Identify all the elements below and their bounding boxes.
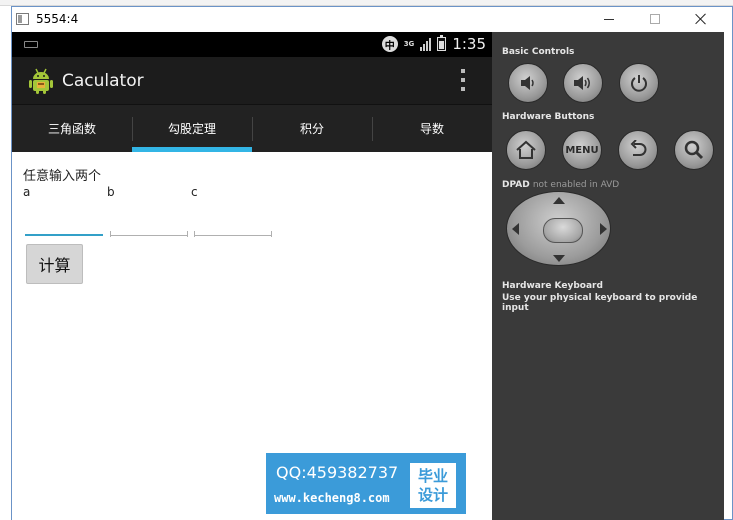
signal-icon bbox=[420, 37, 432, 51]
hardware-buttons-title: Hardware Buttons bbox=[502, 112, 595, 122]
watermark-url: www.kecheng8.com bbox=[274, 491, 390, 505]
action-bar: Caculator bbox=[12, 57, 492, 104]
search-icon bbox=[684, 140, 704, 160]
field-b-edge bbox=[187, 231, 188, 237]
window-title: 5554:4 bbox=[36, 12, 79, 26]
tab-pythagorean[interactable]: 勾股定理 bbox=[132, 105, 252, 152]
window-titlebar[interactable]: 5554:4 bbox=[12, 7, 732, 32]
input-b[interactable] bbox=[110, 214, 188, 236]
input-c[interactable] bbox=[194, 214, 272, 236]
volume-down-button[interactable] bbox=[508, 63, 548, 103]
prompt-text: 任意输入两个 bbox=[23, 169, 102, 184]
status-time: 1:35 bbox=[452, 35, 486, 53]
home-button[interactable] bbox=[506, 130, 546, 170]
close-button[interactable] bbox=[678, 7, 723, 31]
volume-up-button[interactable] bbox=[563, 63, 603, 103]
field-b-edge bbox=[110, 231, 111, 237]
hardware-keyboard-title: Hardware Keyboard bbox=[502, 281, 603, 291]
volume-down-icon bbox=[521, 76, 534, 90]
watermark-badge-line1: 毕业 bbox=[417, 466, 448, 485]
device-screen: 中 3G 1:35 Caculator 三角函数 勾股定理 积分 导数 任意输入… bbox=[12, 32, 492, 520]
tab-trigonometry[interactable]: 三角函数 bbox=[12, 105, 132, 152]
dpad-center-button[interactable] bbox=[543, 218, 583, 243]
android-app-icon bbox=[29, 68, 53, 94]
dpad-title: DPAD not enabled in AVD bbox=[502, 180, 619, 190]
menu-button[interactable]: MENU bbox=[562, 130, 602, 170]
label-a: a bbox=[23, 185, 31, 199]
notification-icon bbox=[24, 41, 38, 48]
field-c-edge bbox=[271, 231, 272, 237]
dpad-title-label: DPAD bbox=[502, 180, 530, 190]
dpad[interactable] bbox=[506, 191, 611, 266]
minimize-button[interactable] bbox=[586, 7, 631, 31]
power-button[interactable] bbox=[619, 63, 659, 103]
basic-controls-title: Basic Controls bbox=[502, 47, 575, 57]
overflow-menu-icon[interactable] bbox=[460, 69, 466, 91]
window-app-icon bbox=[16, 13, 29, 25]
home-icon bbox=[516, 140, 536, 159]
minimize-icon bbox=[603, 18, 614, 20]
power-icon bbox=[631, 75, 647, 92]
pythagorean-form: 任意输入两个 a b c 计算 QQ:459382737 www.kecheng… bbox=[12, 152, 492, 520]
back-button[interactable] bbox=[618, 130, 658, 170]
close-icon bbox=[695, 13, 707, 25]
status-icons: 中 3G 1:35 bbox=[381, 35, 486, 53]
label-b: b bbox=[107, 185, 115, 199]
watermark-badge-line2: 设计 bbox=[417, 485, 448, 504]
dpad-note: not enabled in AVD bbox=[532, 180, 620, 190]
tab-bar: 三角函数 勾股定理 积分 导数 bbox=[12, 104, 492, 152]
hardware-keyboard-note: Use your physical keyboard to provide in… bbox=[502, 293, 698, 313]
label-c: c bbox=[191, 185, 198, 199]
battery-icon bbox=[437, 35, 447, 51]
search-button[interactable] bbox=[674, 130, 714, 170]
network-type-label: 3G bbox=[403, 40, 415, 48]
android-status-bar: 中 3G 1:35 bbox=[12, 32, 492, 57]
tab-derivative[interactable]: 导数 bbox=[372, 105, 492, 152]
tab-integral[interactable]: 积分 bbox=[252, 105, 372, 152]
emulator-controls-panel: Basic Controls Hardware Buttons MENU DPA… bbox=[492, 32, 724, 520]
ime-indicator-icon: 中 bbox=[381, 36, 398, 52]
input-a[interactable] bbox=[25, 214, 103, 236]
watermark-qq: QQ:459382737 bbox=[276, 463, 399, 482]
calculate-button[interactable]: 计算 bbox=[26, 244, 83, 284]
maximize-button[interactable] bbox=[632, 7, 677, 31]
emulator-window: 5554:4 中 3G 1:35 Caculator 三角函数 勾股定理 积分 … bbox=[11, 6, 733, 520]
desktop: 5554:4 中 3G 1:35 Caculator 三角函数 勾股定理 积分 … bbox=[0, 0, 733, 520]
watermark-badge: 毕业 设计 bbox=[410, 463, 456, 508]
field-c-edge bbox=[194, 231, 195, 237]
volume-up-icon bbox=[574, 76, 590, 90]
back-icon bbox=[630, 140, 647, 156]
menu-button-label: MENU bbox=[565, 144, 599, 156]
maximize-icon bbox=[649, 14, 660, 24]
watermark-banner: QQ:459382737 www.kecheng8.com 毕业 设计 bbox=[266, 453, 466, 514]
app-title: Caculator bbox=[62, 71, 144, 91]
